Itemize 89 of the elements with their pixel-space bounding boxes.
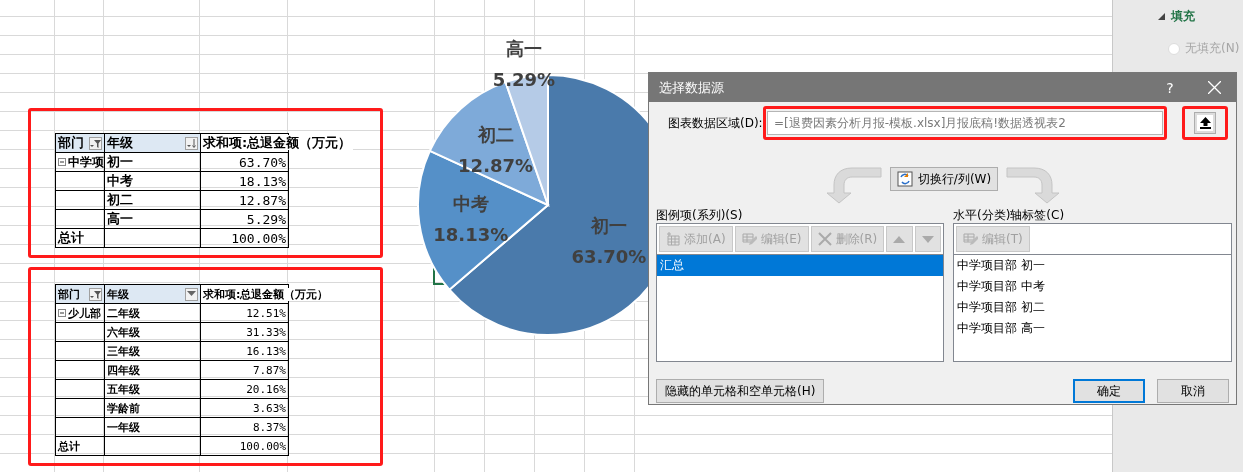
expand-triangle-icon[interactable] xyxy=(1158,13,1165,20)
table-cell: 63.70% xyxy=(200,152,289,172)
data-label: 中考 xyxy=(452,192,489,214)
delete-icon xyxy=(817,232,832,246)
add-table-icon xyxy=(666,232,680,246)
table-cell: 少儿部 xyxy=(55,303,105,323)
table-cell: 三年级 xyxy=(104,341,201,361)
table-cell xyxy=(55,379,105,399)
swap-icon xyxy=(896,171,913,187)
table-cell: 7.87% xyxy=(200,360,289,380)
table-cell: 一年级 xyxy=(104,417,201,437)
table-cell: 12.87% xyxy=(200,190,289,210)
list-item[interactable]: 中学项目部 初二 xyxy=(954,297,1231,318)
table-cell: 20.16% xyxy=(200,379,289,399)
edit-icon xyxy=(963,232,978,246)
column-header: 年级 xyxy=(104,284,201,304)
data-label: 5.29% xyxy=(492,69,556,91)
filter-icon xyxy=(90,288,101,300)
table-cell: 5.29% xyxy=(200,209,289,229)
help-button[interactable]: ? xyxy=(1148,79,1192,96)
filter-button[interactable] xyxy=(89,136,102,150)
data-label: 12.87% xyxy=(458,155,534,177)
upload-arrow-icon xyxy=(1199,117,1211,129)
table-cell: 总计 xyxy=(55,436,105,456)
data-label: 初二 xyxy=(477,124,514,146)
table-cell: 高一 xyxy=(104,209,201,229)
table-cell: 3.63% xyxy=(200,398,289,418)
column-header: 部门 xyxy=(55,284,105,304)
table-cell: 中考 xyxy=(104,171,201,191)
table-cell xyxy=(55,341,105,361)
table-cell xyxy=(55,209,105,229)
collapse-icon[interactable] xyxy=(58,309,66,317)
column-header: 年级 xyxy=(104,133,201,153)
table-cell: 二年级 xyxy=(104,303,201,323)
radio-label: 无填充(N) xyxy=(1185,40,1240,57)
up-arrow-icon xyxy=(893,235,906,243)
switch-row-column-button[interactable]: 切换行/列(W) xyxy=(889,167,999,191)
sort-icon xyxy=(186,137,197,149)
sort-dropdown-button[interactable] xyxy=(185,136,198,150)
list-item[interactable]: 中学项目部 中考 xyxy=(954,276,1231,297)
list-item[interactable]: 中学项目部 初一 xyxy=(954,255,1231,276)
filter-button[interactable] xyxy=(89,287,102,301)
group-label: 水平(分类)轴标签(C) xyxy=(953,207,1066,223)
table-cell: 学龄前 xyxy=(104,398,201,418)
table-cell: 总计 xyxy=(55,228,105,248)
table-cell: 12.51% xyxy=(200,303,289,323)
edit-icon xyxy=(741,232,757,246)
range-field[interactable]: =[退费因素分析月报-模板.xlsx]月报底稿!数据透视表2 xyxy=(767,111,1163,135)
radio-button[interactable] xyxy=(1168,42,1180,55)
table-cell: 六年级 xyxy=(104,322,201,342)
table-cell: 100.00% xyxy=(200,228,289,248)
list-item[interactable]: 汇总 xyxy=(657,255,943,276)
table-cell: 16.13% xyxy=(200,341,289,361)
group-label: 图例项(系列)(S) xyxy=(656,207,744,223)
table-cell: 31.33% xyxy=(200,322,289,342)
data-label: 初一 xyxy=(590,214,627,236)
table-cell xyxy=(55,417,105,437)
table-cell: 8.37% xyxy=(200,417,289,437)
table-cell xyxy=(55,171,105,191)
table-cell: 四年级 xyxy=(104,360,201,380)
cancel-button[interactable]: 取消 xyxy=(1157,379,1229,403)
data-label: 18.13% xyxy=(433,223,509,245)
table-cell xyxy=(55,398,105,418)
field-label: 图表数据区域(D): xyxy=(668,114,764,132)
data-label: 63.70% xyxy=(571,245,647,267)
list-item[interactable]: 中学项目部 高一 xyxy=(954,318,1231,339)
table-cell: 初一 xyxy=(104,152,201,172)
dropdown-button[interactable] xyxy=(185,287,198,301)
ok-button[interactable]: 确定 xyxy=(1073,379,1145,403)
collapse-button[interactable] xyxy=(1194,112,1216,134)
data-label: 高一 xyxy=(505,38,542,60)
table-cell: 初二 xyxy=(104,190,201,210)
column-header: 求和项:总退金额（万元） xyxy=(203,135,354,150)
column-header: 部门 xyxy=(55,133,105,153)
window-title: 选择数据源 xyxy=(659,78,725,97)
filter-icon xyxy=(90,137,101,149)
table-cell xyxy=(55,360,105,380)
down-arrow-icon xyxy=(921,235,934,243)
section-title: 填充 xyxy=(1171,8,1195,25)
table-cell xyxy=(55,322,105,342)
table-cell: 18.13% xyxy=(200,171,289,191)
close-icon[interactable] xyxy=(1207,81,1221,94)
table-cell: 五年级 xyxy=(104,379,201,399)
table-cell: 100.00% xyxy=(200,436,289,456)
table-cell: 中学项 xyxy=(55,152,105,172)
table-cell xyxy=(55,190,105,210)
hidden-cells-button[interactable]: 隐藏的单元格和空单元格(H) xyxy=(656,379,825,403)
collapse-icon[interactable] xyxy=(58,158,66,166)
caret-icon xyxy=(187,291,196,297)
